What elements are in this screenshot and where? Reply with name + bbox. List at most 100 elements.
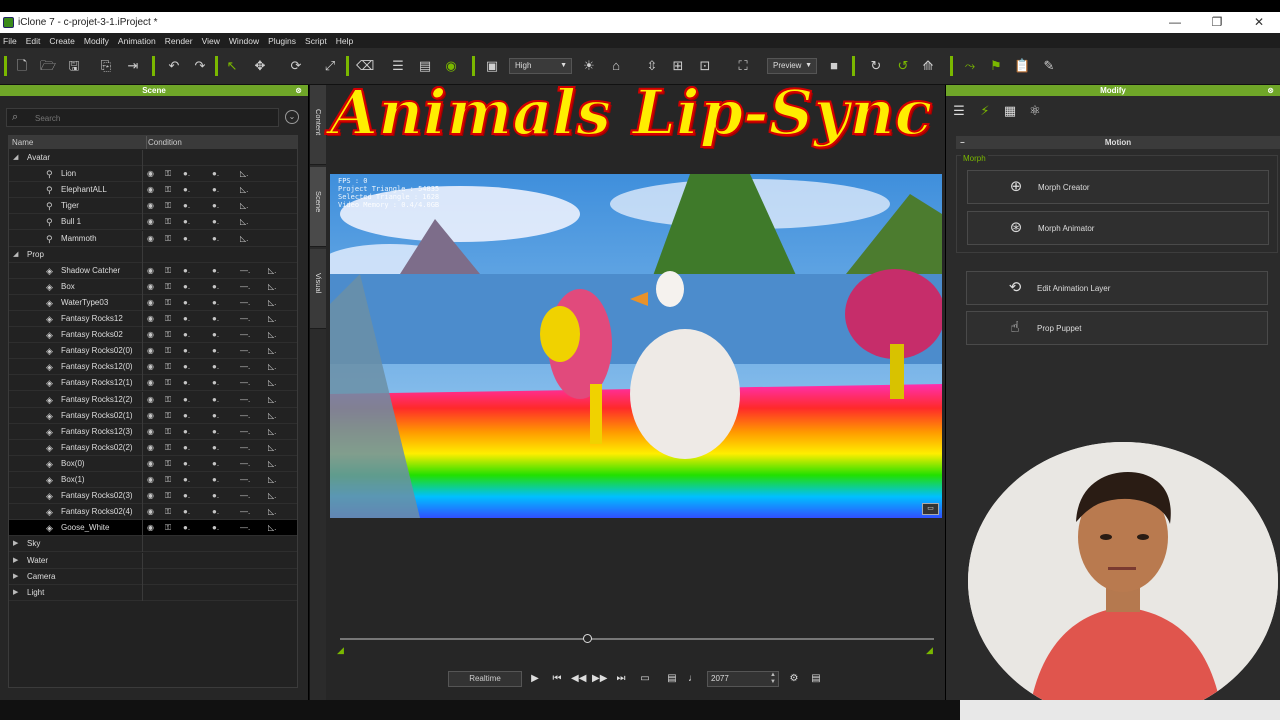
lock-icon[interactable]: ⚿: [165, 488, 171, 504]
avatar-row[interactable]: ⚲ Bull 1 ◉ ⚿ ●. ●. ◺.: [9, 214, 297, 231]
menu-script[interactable]: Script: [305, 36, 327, 46]
motion-icon[interactable]: ◺.: [268, 456, 276, 472]
menu-modify[interactable]: Modify: [84, 36, 109, 46]
tree-group-light[interactable]: ▶ Light: [9, 584, 297, 601]
lock-icon[interactable]: ⚿: [165, 375, 171, 391]
go-start-icon[interactable]: ⏮: [550, 672, 564, 686]
prop-row[interactable]: ◈ WaterType03 ◉ ⚿ ●. ●. —. ◺.: [9, 294, 297, 311]
visibility-icon[interactable]: ◉: [147, 408, 154, 424]
lock-icon[interactable]: ⚿: [165, 231, 171, 247]
rotate-tool-icon[interactable]: ⟳: [288, 58, 304, 74]
visibility-icon[interactable]: ◉: [147, 231, 154, 247]
caption-icon[interactable]: ▤: [665, 672, 679, 686]
physics-icon[interactable]: —.: [240, 375, 250, 391]
edit-animation-layer-button[interactable]: ⟲ Edit Animation Layer: [966, 271, 1268, 305]
camera-icon[interactable]: ■: [826, 58, 842, 74]
motion-icon[interactable]: ◺.: [268, 263, 276, 279]
render-icon[interactable]: ●.: [212, 408, 219, 424]
motion-icon[interactable]: ◺.: [268, 343, 276, 359]
bake-icon[interactable]: ⟰: [920, 58, 936, 74]
render-icon[interactable]: ●.: [212, 424, 219, 440]
render-icon[interactable]: ●.: [212, 456, 219, 472]
timeline-slider[interactable]: [340, 638, 934, 640]
motion-icon[interactable]: ◺.: [268, 440, 276, 456]
menu-plugins[interactable]: Plugins: [268, 36, 296, 46]
shading-icon[interactable]: ●.: [183, 263, 190, 279]
lock-icon[interactable]: ⚿: [165, 295, 171, 311]
motion-icon[interactable]: ◺.: [268, 488, 276, 504]
shading-icon[interactable]: ●.: [183, 279, 190, 295]
menu-help[interactable]: Help: [336, 36, 353, 46]
distribute-icon[interactable]: ▤: [417, 58, 433, 74]
lock-icon[interactable]: ⚿: [165, 359, 171, 375]
shading-icon[interactable]: ●.: [183, 231, 190, 247]
motion-icon[interactable]: ◺.: [268, 375, 276, 391]
render-icon[interactable]: ●.: [212, 327, 219, 343]
expand-arrow-icon[interactable]: ▶: [13, 536, 18, 552]
visibility-icon[interactable]: ◉: [147, 295, 154, 311]
shading-icon[interactable]: ●.: [183, 343, 190, 359]
render-icon[interactable]: ●.: [212, 504, 219, 520]
visibility-icon[interactable]: ◉: [147, 440, 154, 456]
render-icon[interactable]: ●.: [212, 488, 219, 504]
render-preview-icon[interactable]: ▣: [484, 58, 500, 74]
avatar-row[interactable]: ⚲ Tiger ◉ ⚿ ●. ●. ◺.: [9, 198, 297, 215]
prop-row[interactable]: ◈ Fantasy Rocks12(1) ◉ ⚿ ●. ●. —. ◺.: [9, 375, 297, 392]
render-icon[interactable]: ●.: [212, 214, 219, 230]
lock-icon[interactable]: ⚿: [165, 520, 171, 536]
lock-icon[interactable]: ⚿: [165, 311, 171, 327]
shading-icon[interactable]: ●.: [183, 408, 190, 424]
render-icon[interactable]: ●.: [212, 311, 219, 327]
eraser-icon[interactable]: ⌫: [356, 58, 374, 74]
menu-edit[interactable]: Edit: [26, 36, 41, 46]
shading-icon[interactable]: ●.: [183, 424, 190, 440]
physics-icon[interactable]: —.: [240, 456, 250, 472]
morph-animator-button[interactable]: ⊛ Morph Animator: [967, 211, 1269, 245]
visibility-icon[interactable]: ◉: [147, 504, 154, 520]
visibility-icon[interactable]: ◉: [147, 263, 154, 279]
shading-icon[interactable]: ●.: [183, 392, 190, 408]
physics-icon[interactable]: —.: [240, 263, 250, 279]
expand-arrow-icon[interactable]: ▶: [13, 585, 18, 601]
shading-icon[interactable]: ●.: [183, 327, 190, 343]
go-end-icon[interactable]: ⏭: [614, 672, 628, 686]
collapse-icon[interactable]: −: [960, 136, 965, 149]
avatar-row[interactable]: ⚲ ElephantALL ◉ ⚿ ●. ●. ◺.: [9, 182, 297, 199]
prop-row[interactable]: ◈ Fantasy Rocks02 ◉ ⚿ ●. ●. —. ◺.: [9, 327, 297, 344]
shading-icon[interactable]: ●.: [183, 182, 190, 198]
shading-icon[interactable]: ●.: [183, 198, 190, 214]
grid-icon[interactable]: ⊡: [697, 58, 713, 74]
physics-icon[interactable]: —.: [240, 440, 250, 456]
visibility-icon[interactable]: ◉: [147, 214, 154, 230]
lock-icon[interactable]: ⚿: [165, 424, 171, 440]
render-icon[interactable]: ●.: [212, 520, 219, 536]
physics-icon[interactable]: —.: [240, 327, 250, 343]
motion-icon[interactable]: ◺.: [268, 504, 276, 520]
shading-icon[interactable]: ●.: [183, 504, 190, 520]
menu-view[interactable]: View: [202, 36, 220, 46]
lock-icon[interactable]: ⚿: [165, 440, 171, 456]
home-camera-icon[interactable]: ⌂: [608, 58, 624, 74]
physics-icon[interactable]: —.: [240, 408, 250, 424]
prop-row[interactable]: ◈ Fantasy Rocks02(2) ◉ ⚿ ●. ●. —. ◺.: [9, 439, 297, 456]
panel-close-icon[interactable]: ⊗: [295, 85, 302, 96]
export-icon[interactable]: ⇥: [125, 58, 141, 74]
shading-icon[interactable]: ●.: [183, 520, 190, 536]
close-button[interactable]: ✕: [1238, 12, 1280, 33]
timeline-knob[interactable]: [583, 634, 592, 643]
collapse-arrow-icon[interactable]: ◢: [13, 247, 18, 263]
column-name[interactable]: Name: [12, 136, 33, 149]
lock-icon[interactable]: ⚿: [165, 343, 171, 359]
tab-content[interactable]: Content: [310, 85, 327, 165]
prop-row[interactable]: ◈ Box ◉ ⚿ ●. ●. —. ◺.: [9, 278, 297, 295]
prop-row[interactable]: ◈ Fantasy Rocks12(0) ◉ ⚿ ●. ●. —. ◺.: [9, 359, 297, 376]
visibility-icon[interactable]: ◉: [147, 375, 154, 391]
physics-icon[interactable]: —.: [240, 472, 250, 488]
motion-icon[interactable]: ◺.: [240, 214, 248, 230]
realtime-button[interactable]: Realtime: [448, 671, 522, 687]
motion-icon[interactable]: ◺.: [240, 198, 248, 214]
simulation-icon[interactable]: ↺: [895, 58, 911, 74]
lock-icon[interactable]: ⚿: [165, 327, 171, 343]
visibility-icon[interactable]: ◉: [147, 456, 154, 472]
frame-field[interactable]: 2077 ▲ ▼: [707, 671, 779, 687]
